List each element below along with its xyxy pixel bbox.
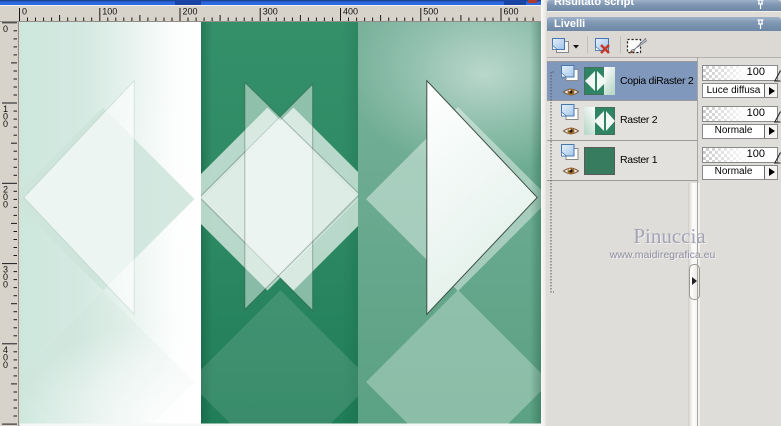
svg-text:0: 0 <box>3 360 8 370</box>
svg-text:200: 200 <box>183 7 198 17</box>
svg-text:0: 0 <box>3 199 8 209</box>
svg-text:600: 600 <box>504 7 519 17</box>
svg-text:500: 500 <box>423 7 438 17</box>
svg-text:0: 0 <box>3 119 8 129</box>
svg-text:100: 100 <box>102 7 117 17</box>
svg-text:0: 0 <box>3 280 8 290</box>
svg-text:400: 400 <box>343 7 358 17</box>
svg-text:0: 0 <box>3 24 8 34</box>
svg-text:0: 0 <box>22 7 27 17</box>
svg-text:300: 300 <box>263 7 278 17</box>
